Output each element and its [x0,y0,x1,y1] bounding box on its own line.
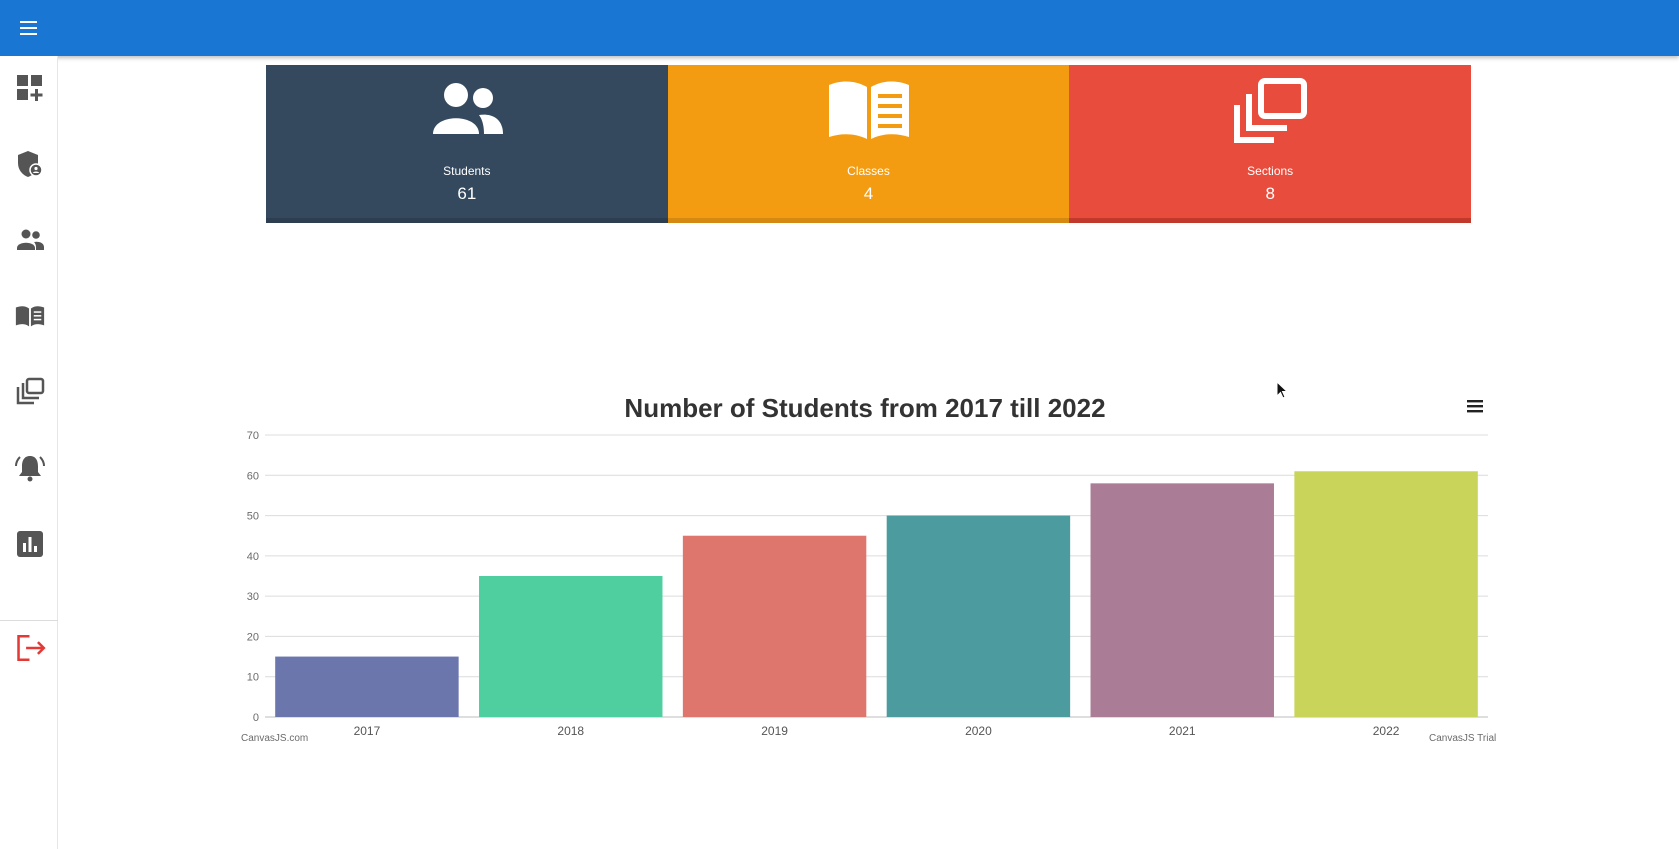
bar-2021 [1090,483,1274,717]
y-tick-label: 10 [247,672,259,684]
y-tick-label: 60 [247,470,259,482]
x-tick-label: 2017 [354,724,381,738]
x-tick-label: 2019 [761,724,788,738]
y-tick-label: 40 [247,551,259,563]
x-tick-label: 2022 [1373,724,1400,738]
bar-2018 [479,576,663,717]
y-tick-label: 70 [247,430,259,442]
y-tick-label: 20 [247,631,259,643]
bar-2020 [886,515,1071,717]
x-tick-label: 2021 [1169,724,1196,738]
bar-2019 [682,535,867,717]
x-tick-label: 2018 [557,724,584,738]
bar-2022 [1294,471,1478,717]
bar-2017 [275,656,459,717]
chart-options-menu-icon[interactable] [1466,398,1484,419]
mouse-cursor-icon [1276,380,1290,406]
students-bar-chart: 0 10 20 30 40 50 60 70 2017 2018 2019 2020 2021 2022 [247,430,1488,738]
chart-credit-right: CanvasJS Trial [1429,733,1497,744]
chart-title: Number of Students from 2017 till 2022 [624,393,1106,423]
y-tick-label: 30 [247,591,259,603]
chart-credit-left[interactable]: CanvasJS.com [241,733,308,744]
y-tick-label: 0 [253,712,259,724]
x-tick-label: 2020 [965,724,992,738]
y-tick-label: 50 [247,511,259,523]
